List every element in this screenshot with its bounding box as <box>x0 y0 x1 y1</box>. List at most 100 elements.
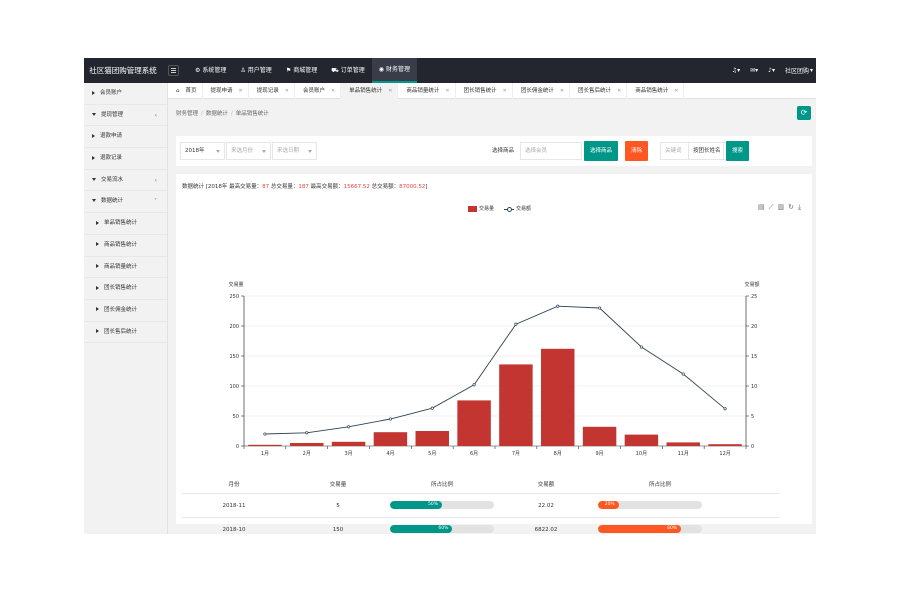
gear-icon: ⚙ <box>195 67 201 74</box>
clear-button[interactable]: 清除 <box>625 141 649 161</box>
month-select[interactable]: 来选月份 <box>226 142 271 160</box>
caret-right-icon <box>96 329 99 334</box>
caret-right-icon <box>96 285 99 290</box>
breadcrumb-separator: / <box>230 111 233 117</box>
y-right-axis-label: 交易额 <box>744 281 759 288</box>
close-icon[interactable]: ✕ <box>331 83 335 99</box>
sidebar-item-5[interactable]: 数据统计 ˅ <box>84 191 167 214</box>
top-bar: 社区猫团购管理系统 ⚙ 系统管理 ♙ 用户管理 ⚑ 商城管理 ⛟ 订单管理 ◉ 财务管理 ♫▾ ✉… <box>84 58 816 83</box>
year-select[interactable]: 2018年 <box>180 142 225 160</box>
close-icon[interactable]: ✕ <box>674 83 678 99</box>
keyword-input[interactable]: 关键词 <box>660 142 724 160</box>
x-tick-label: 10月 <box>636 451 647 457</box>
cart-icon: ⛟ <box>331 67 339 74</box>
top-nav-item-3[interactable]: ⛟ 订单管理 <box>324 58 372 83</box>
refresh-icon: ⟳ <box>800 108 808 117</box>
close-icon[interactable]: ✕ <box>560 83 564 99</box>
bar-11月 <box>666 442 700 446</box>
sidebar-item-8[interactable]: 商品销量统计 <box>84 257 167 279</box>
sidebar-item-2[interactable]: 退款申请 <box>84 126 167 149</box>
flag-icon: ⚑ <box>285 67 292 74</box>
chevron-icon: ‹ <box>154 176 157 184</box>
top-nav-item-0[interactable]: ⚙ 系统管理 <box>188 58 233 83</box>
sidebar-item-10[interactable]: 团长佣金统计 <box>84 300 167 322</box>
sidebar-item-11[interactable]: 团长售后统计 <box>84 322 167 344</box>
top-nav-item-2[interactable]: ⚑ 商城管理 <box>279 58 324 83</box>
y-left-axis-label: 交易量 <box>228 281 243 288</box>
top-nav-item-4[interactable]: ◉ 财务管理 <box>371 58 418 83</box>
y-left-tick-label: 200 <box>229 324 239 330</box>
tab-4[interactable]: 单品销售统计 ✕ <box>341 83 399 99</box>
select-product-button[interactable]: 选择商品 <box>584 141 619 161</box>
sidebar-item-4[interactable]: 交易流水 ‹ <box>84 170 167 192</box>
tab-2[interactable]: 提现记录 ✕ <box>249 83 295 99</box>
sidebar-item-6[interactable]: 单品销售统计 <box>84 213 167 235</box>
tab-6[interactable]: 团长销售统计 ✕ <box>456 83 513 99</box>
table-cell-month: 2018-11 <box>222 502 246 509</box>
menu-toggle-button[interactable] <box>168 65 179 76</box>
line-point-10月 <box>639 345 643 349</box>
y-left-tick-label: 100 <box>229 384 239 390</box>
sidebar-item-label: 商品销量统计 <box>104 263 138 270</box>
top-nav-item-1[interactable]: ♙ 用户管理 <box>233 58 278 83</box>
sidebar-item-1[interactable]: 提现管理 ‹ <box>84 105 167 127</box>
search-button[interactable]: 搜索 <box>726 141 750 161</box>
tab-0[interactable]: ⌂ 首页 <box>168 83 203 99</box>
notification-icon[interactable]: ♫▾ <box>732 67 740 74</box>
chart-card: 数据统计 [2018年 最高交易量：87 总交易量：187 最高交易额：1566… <box>176 174 812 533</box>
tab-1[interactable]: 提现申请 ✕ <box>203 83 249 99</box>
close-icon[interactable]: ✕ <box>285 83 289 99</box>
progress-fill: 50% <box>390 501 442 509</box>
date-select[interactable]: 来选日期 <box>272 142 317 160</box>
close-icon[interactable]: ✕ <box>445 83 449 99</box>
close-icon[interactable]: ✕ <box>503 83 507 99</box>
progress-bar: 50% <box>390 501 494 509</box>
close-icon[interactable]: ✕ <box>617 83 621 99</box>
tab-8[interactable]: 团长售后统计 ✕ <box>570 83 628 99</box>
stats-table: 月份 交易量 所占比例 交易额 所占比例 2018-11 5 50% 22.02 20% 2018-… <box>182 474 780 534</box>
progress-fill: 20% <box>598 501 619 509</box>
line-point-7月 <box>514 322 518 326</box>
chevron-down-icon <box>308 150 312 153</box>
breadcrumb-item-0[interactable]: 财务管理 <box>176 111 198 117</box>
close-icon[interactable]: ✕ <box>388 83 392 99</box>
top-right-tools: ♫▾ ✉▾ ♪▾ 社区团购 ▾ <box>732 58 813 83</box>
tab-9[interactable]: 商品销售统计 ✕ <box>627 83 685 99</box>
sidebar-item-0[interactable]: 会员账户 <box>84 83 167 105</box>
sidebar-item-9[interactable]: 团长销售统计 <box>84 278 167 300</box>
x-tick-label: 9月 <box>595 451 603 457</box>
date-select-placeholder: 来选日期 <box>277 148 300 154</box>
y-right-tick-label: 0 <box>751 444 754 450</box>
top-nav-label: 用户管理 <box>247 67 272 74</box>
sidebar-item-3[interactable]: 退款记录 <box>84 148 167 170</box>
refresh-button[interactable]: ⟳ <box>797 106 811 120</box>
message-icon[interactable]: ✉▾ <box>750 67 758 74</box>
y-right-tick-label: 20 <box>751 324 757 330</box>
tab-label: 会员账户 <box>302 88 325 94</box>
user-menu[interactable]: 社区团购 ▾ <box>785 66 813 75</box>
sidebar-item-7[interactable]: 商品销售统计 <box>84 235 167 257</box>
product-label: 选择商品 <box>492 148 515 154</box>
line-point-8月 <box>556 304 560 308</box>
sidebar-item-label: 退款记录 <box>100 155 123 162</box>
sidebar-item-label: 团长销售统计 <box>104 285 138 292</box>
breadcrumb-item-1[interactable]: 数据统计 <box>206 111 228 117</box>
tab-7[interactable]: 团长佣金统计 ✕ <box>513 83 571 99</box>
y-right-tick-label: 25 <box>751 294 757 300</box>
x-tick-label: 1月 <box>261 451 269 457</box>
progress-fill: 60% <box>390 525 453 533</box>
app-window: 社区猫团购管理系统 ⚙ 系统管理 ♙ 用户管理 ⚑ 商城管理 ⛟ 订单管理 ◉ 财务管理 ♫▾ ✉… <box>84 58 816 534</box>
sidebar-item-label: 单品销售统计 <box>104 220 138 227</box>
member-input[interactable]: 选择会员 <box>520 142 582 160</box>
line-point-5月 <box>430 406 434 410</box>
bell-icon[interactable]: ♪▾ <box>768 67 775 74</box>
tab-3[interactable]: 会员账户 ✕ <box>295 83 342 99</box>
tab-5[interactable]: 商品销量统计 ✕ <box>398 83 456 99</box>
tab-label: 提现申请 <box>210 88 233 94</box>
line-point-1月 <box>263 432 267 436</box>
line-point-3月 <box>347 425 351 429</box>
close-icon[interactable]: ✕ <box>239 83 243 99</box>
month-select-placeholder: 来选月份 <box>231 148 254 154</box>
line-point-11月 <box>681 372 685 376</box>
caret-down-icon <box>92 177 96 181</box>
